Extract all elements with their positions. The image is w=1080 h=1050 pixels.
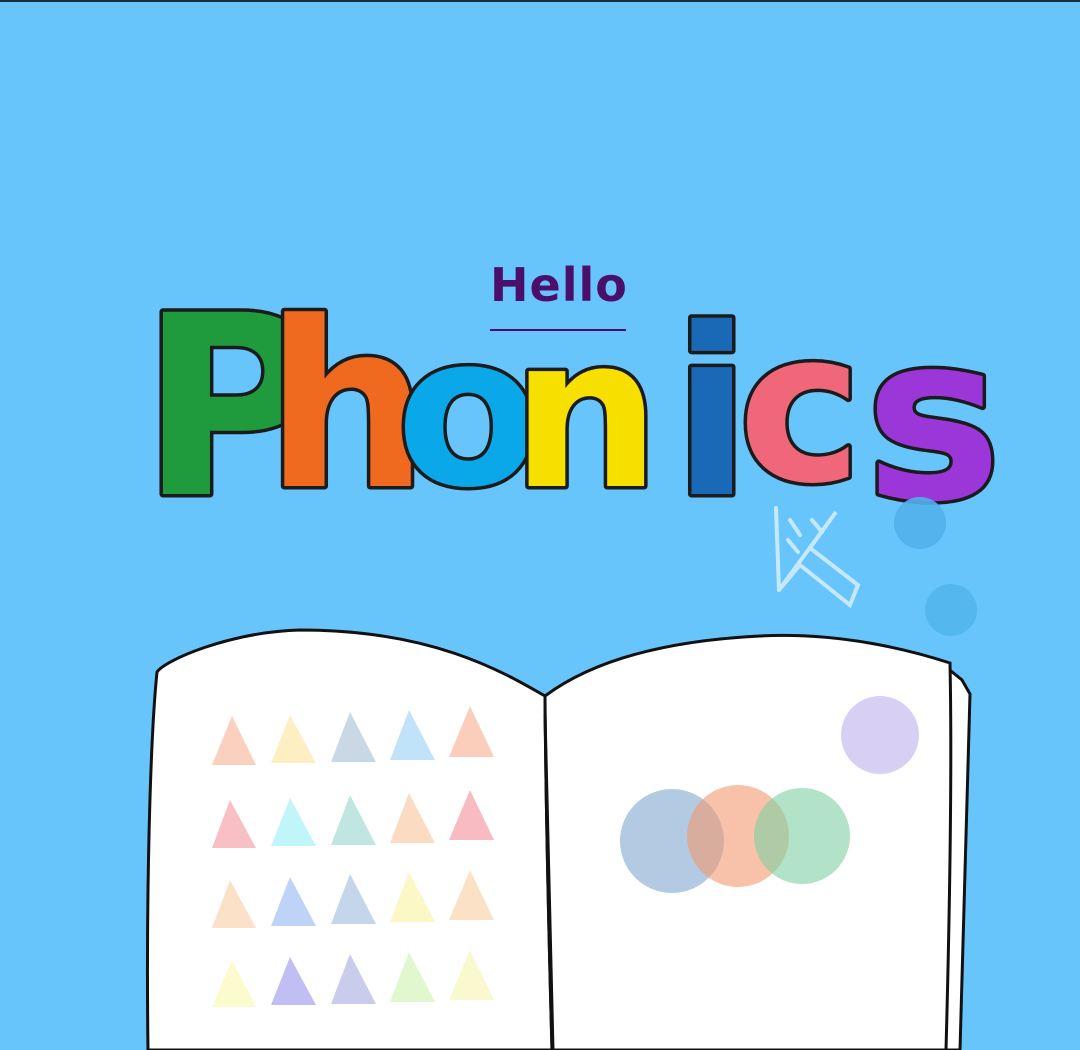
phonics-title: P h o n i c s [137, 259, 1006, 557]
circle-green [754, 788, 850, 884]
open-book-illustration [145, 628, 972, 1050]
bubble [925, 584, 977, 636]
circle-lavender [841, 696, 919, 774]
bubble [894, 497, 946, 549]
title-letter-n: n [511, 291, 661, 536]
illustration: P h o n i c s [137, 259, 1006, 1050]
title-letter-c: c [738, 285, 862, 530]
